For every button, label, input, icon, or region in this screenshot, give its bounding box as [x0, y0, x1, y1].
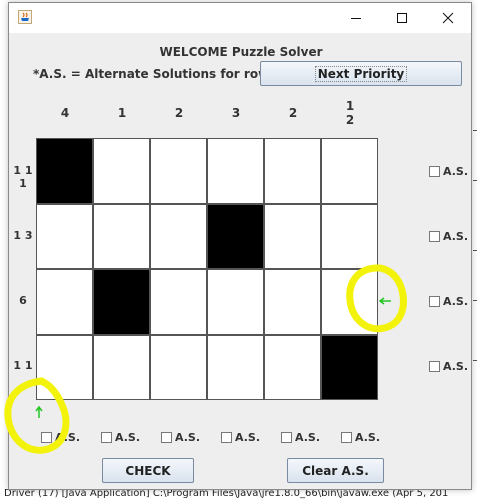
checkbox-box[interactable] [41, 432, 52, 443]
checkbox-label: A.S. [443, 360, 468, 373]
checkbox-box[interactable] [161, 432, 172, 443]
checkbox-label: A.S. [235, 431, 260, 444]
checkbox-box[interactable] [281, 432, 292, 443]
checkbox-label: A.S. [55, 431, 80, 444]
grid-cell-empty[interactable] [208, 139, 263, 203]
title-bar[interactable] [9, 3, 471, 33]
column-clue-number: 1 [345, 99, 355, 113]
puzzle-grid [36, 138, 378, 400]
alternate-solution-checkbox[interactable]: A.S. [429, 165, 468, 178]
maximize-icon [397, 13, 407, 23]
close-button[interactable] [425, 3, 471, 33]
checkbox-box[interactable] [429, 296, 440, 307]
column-clue-number: 2 [174, 106, 184, 120]
maximize-button[interactable] [379, 3, 425, 33]
grid-cell-empty[interactable] [265, 139, 320, 203]
grid-cell-empty[interactable] [265, 270, 320, 334]
grid-cell-empty[interactable] [94, 204, 149, 268]
grid-cell-empty[interactable] [151, 204, 206, 268]
alternate-solution-checkbox[interactable]: A.S. [429, 230, 468, 243]
column-clue: 4 [37, 106, 93, 120]
grid-cell-empty[interactable] [94, 335, 149, 399]
checkbox-box[interactable] [221, 432, 232, 443]
checkbox-box[interactable] [429, 166, 440, 177]
alternate-solution-checkbox[interactable]: A.S. [429, 295, 468, 308]
welcome-title: WELCOME Puzzle Solver [159, 45, 323, 59]
checkbox-label: A.S. [443, 165, 468, 178]
row-clue: 1 1 [13, 359, 33, 372]
grid-cell-empty[interactable] [208, 335, 263, 399]
minimize-button[interactable] [333, 3, 379, 33]
alternate-solution-checkbox[interactable]: A.S. [281, 431, 320, 444]
clear-as-button[interactable]: Clear A.S. [287, 458, 384, 483]
grid-cell-filled[interactable] [37, 139, 92, 203]
grid-cell-empty[interactable] [265, 335, 320, 399]
column-clue-number: 4 [60, 106, 70, 120]
check-button[interactable]: CHECK [102, 458, 194, 483]
grid-cell-empty[interactable] [322, 270, 377, 334]
alternate-solution-checkbox[interactable]: A.S. [221, 431, 260, 444]
column-clue-number: 2 [288, 106, 298, 120]
alternate-solution-checkbox[interactable]: A.S. [101, 431, 140, 444]
checkbox-box[interactable] [429, 231, 440, 242]
column-clue-number: 3 [231, 106, 241, 120]
checkbox-label: A.S. [443, 295, 468, 308]
alternate-solution-checkbox[interactable]: A.S. [341, 431, 380, 444]
grid-cell-filled[interactable] [94, 270, 149, 334]
next-priority-button[interactable]: Next Priority [260, 61, 462, 86]
column-clue-number: 1 [117, 106, 127, 120]
grid-cell-empty[interactable] [37, 204, 92, 268]
grid-cell-empty[interactable] [151, 270, 206, 334]
checkbox-label: A.S. [443, 230, 468, 243]
alternate-solution-checkbox[interactable]: A.S. [161, 431, 200, 444]
checkbox-box[interactable] [429, 361, 440, 372]
alternate-solutions-note: *A.S. = Alternate Solutions for row/col [33, 67, 294, 81]
checkbox-label: A.S. [295, 431, 320, 444]
checkbox-label: A.S. [175, 431, 200, 444]
puzzle-window: WELCOME Puzzle Solver *A.S. = Alternate … [8, 2, 472, 490]
column-clue: 2 [265, 106, 321, 120]
row-clue: 6 [19, 294, 27, 307]
grid-cell-empty[interactable] [94, 139, 149, 203]
checkbox-label: A.S. [355, 431, 380, 444]
column-clue: 12 [322, 99, 378, 127]
minimize-icon [351, 18, 361, 19]
java-icon [18, 10, 32, 24]
column-clue: 2 [151, 106, 207, 120]
grid-cell-empty[interactable] [151, 139, 206, 203]
checkbox-box[interactable] [341, 432, 352, 443]
grid-cell-empty[interactable] [322, 204, 377, 268]
grid-cell-empty[interactable] [322, 139, 377, 203]
row-clue: 1 3 [13, 229, 33, 242]
grid-cell-filled[interactable] [322, 335, 377, 399]
column-clue: 1 [94, 106, 150, 120]
column-clue: 3 [208, 106, 264, 120]
column-clue-number: 2 [345, 113, 355, 127]
alternate-solution-checkbox[interactable]: A.S. [41, 431, 80, 444]
close-icon [442, 12, 454, 24]
checkbox-label: A.S. [115, 431, 140, 444]
grid-cell-empty[interactable] [37, 335, 92, 399]
checkbox-box[interactable] [101, 432, 112, 443]
grid-cell-empty[interactable] [151, 335, 206, 399]
grid-cell-filled[interactable] [208, 204, 263, 268]
alternate-solution-checkbox[interactable]: A.S. [429, 360, 468, 373]
grid-cell-empty[interactable] [208, 270, 263, 334]
next-priority-label: Next Priority [314, 65, 408, 82]
grid-cell-empty[interactable] [37, 270, 92, 334]
row-clue: 1 1 1 [13, 164, 33, 190]
grid-cell-empty[interactable] [265, 204, 320, 268]
